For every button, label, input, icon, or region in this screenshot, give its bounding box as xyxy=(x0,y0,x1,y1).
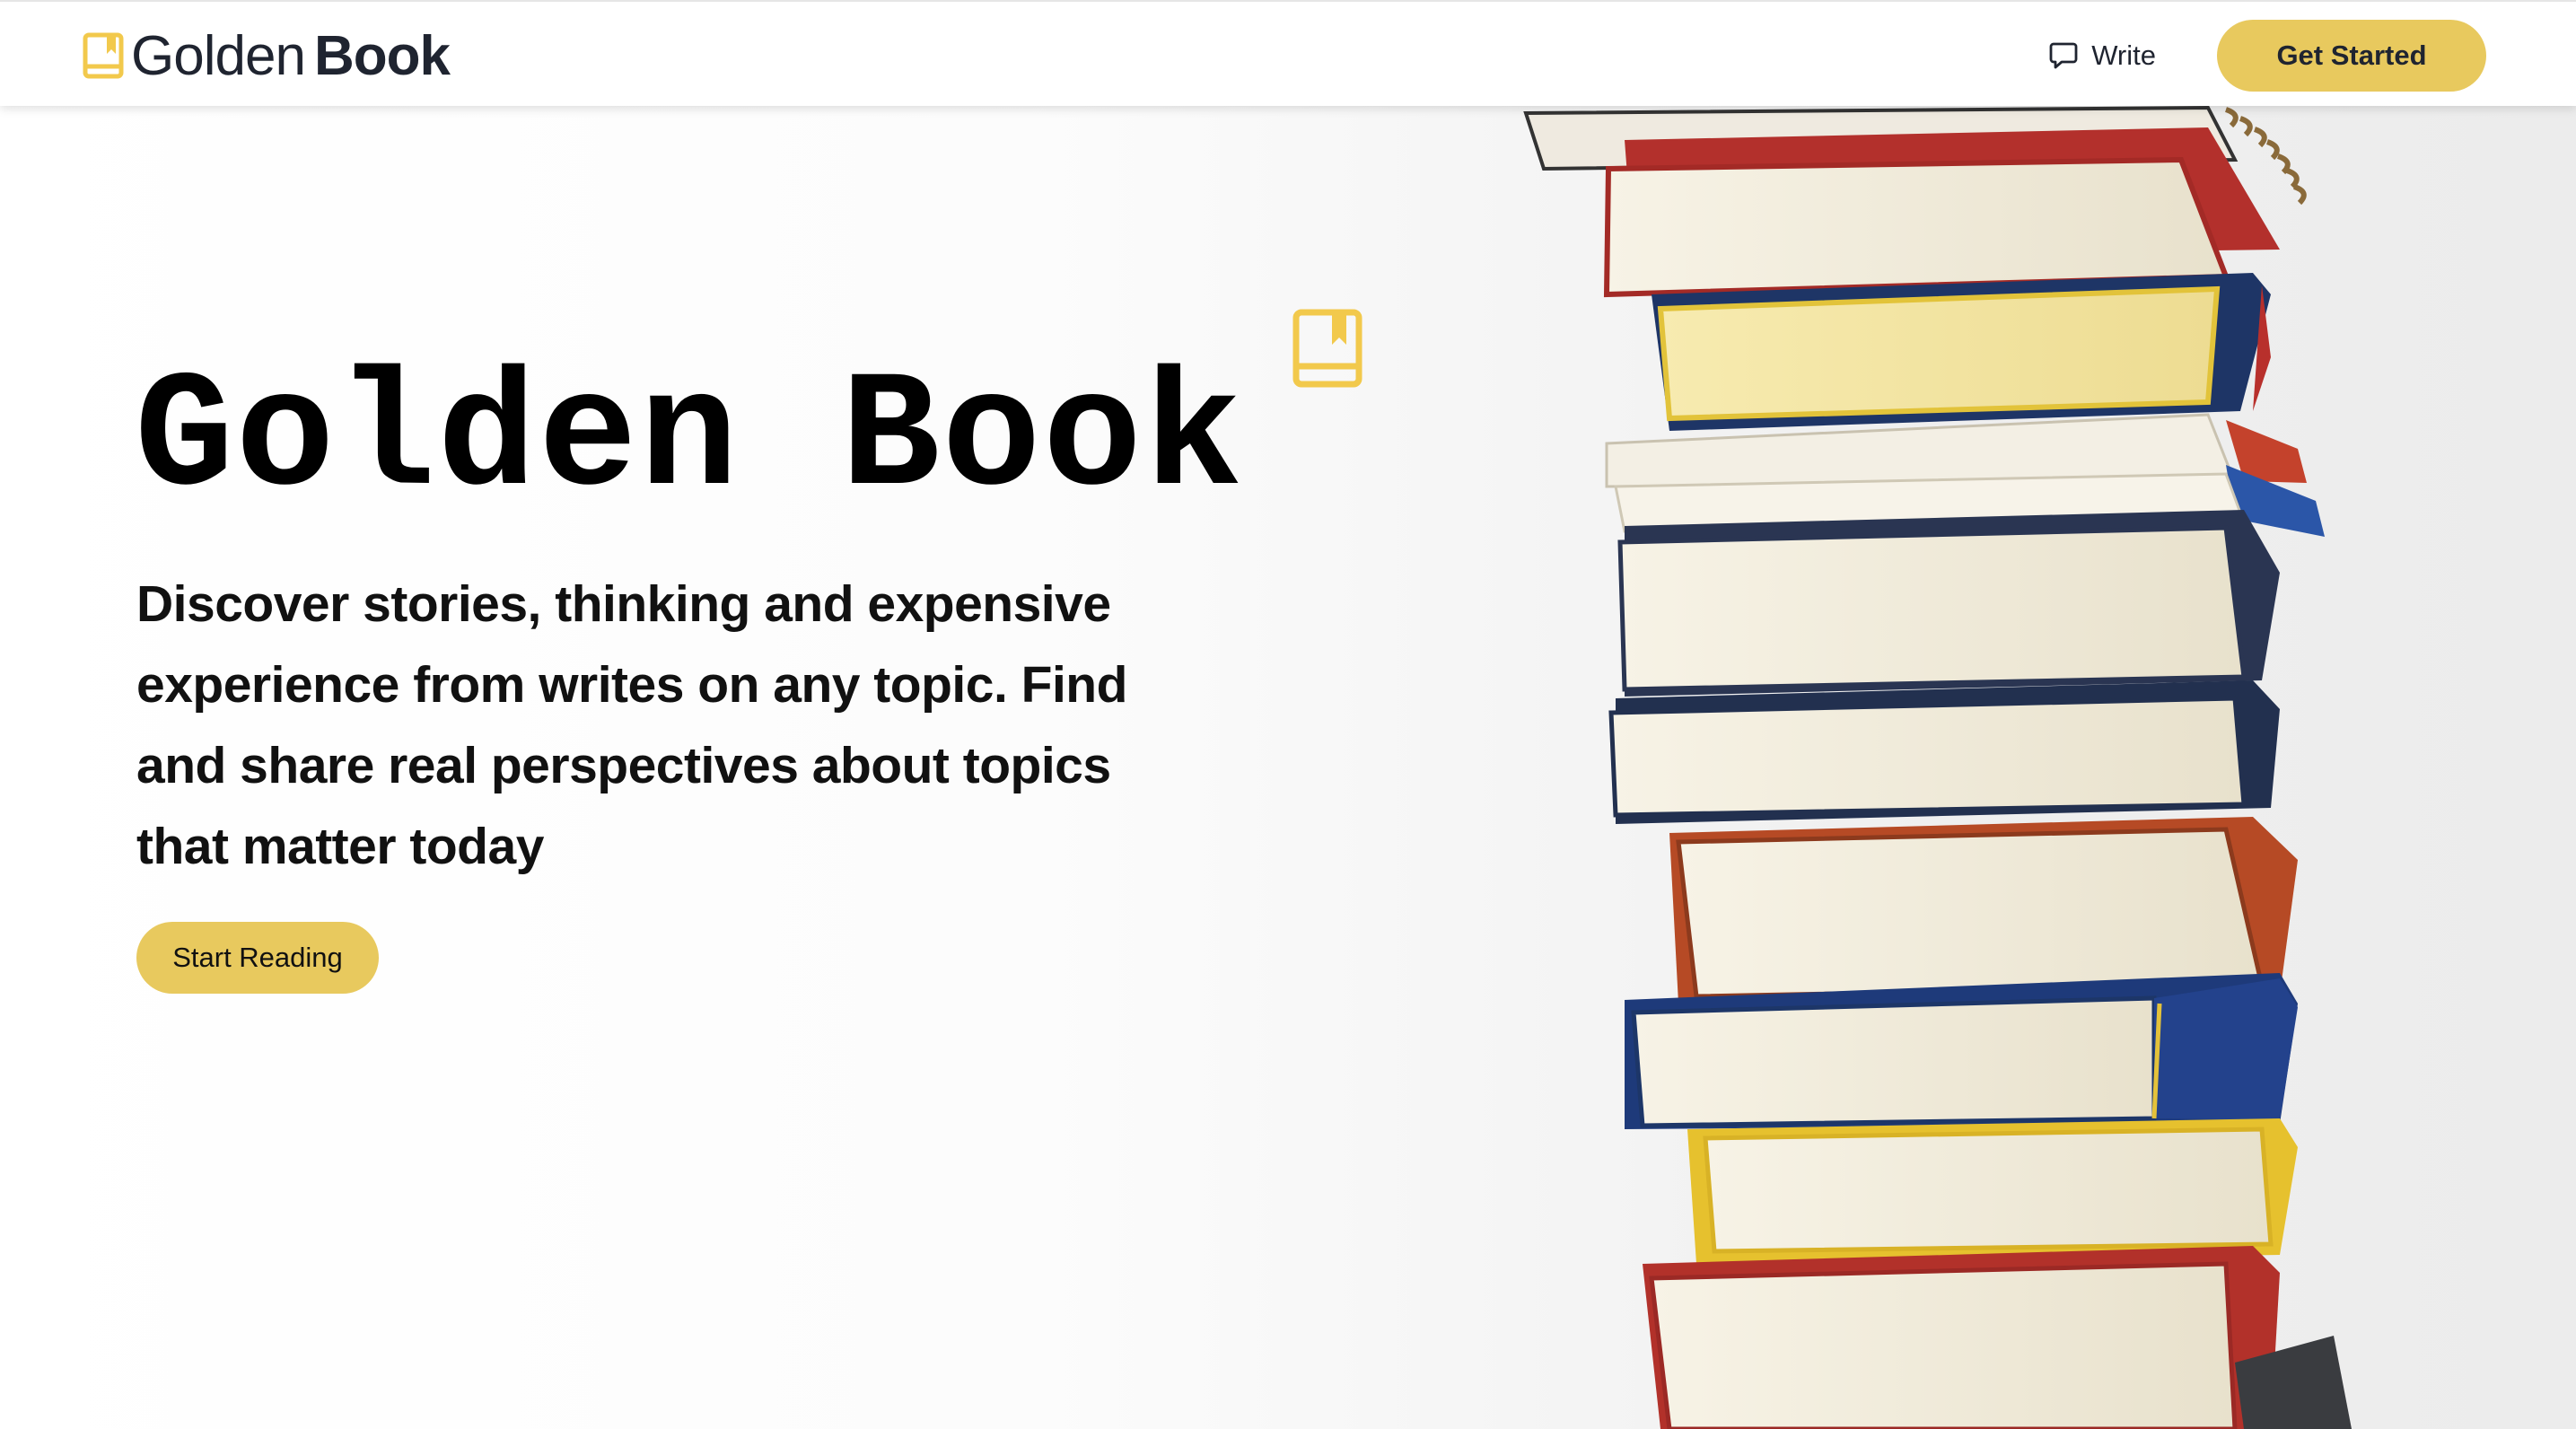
top-nav-bar: Golden Book Write Get Started xyxy=(0,0,2576,106)
get-started-button[interactable]: Get Started xyxy=(2217,20,2486,92)
brand-logo-link[interactable]: Golden Book xyxy=(83,25,451,87)
hero-title: Golden Book xyxy=(135,346,1245,533)
brand-name-light: Golden xyxy=(131,24,306,87)
chat-bubble-icon xyxy=(2049,42,2078,69)
header-nav: Write Get Started xyxy=(2048,20,2486,92)
book-bookmark-icon xyxy=(83,32,124,79)
landing-page: Golden Book Write Get Started Golden Boo… xyxy=(0,0,2576,1429)
hero-description: Discover stories, thinking and expensive… xyxy=(136,575,1127,875)
write-link[interactable]: Write xyxy=(2048,39,2156,72)
book-bookmark-icon xyxy=(1292,309,1362,388)
write-label: Write xyxy=(2091,39,2156,71)
book-stack-image xyxy=(1523,106,2352,1429)
brand-name-bold: Book xyxy=(313,24,451,87)
start-reading-button[interactable]: Start Reading xyxy=(136,922,379,994)
hero-section: Golden Book Discover stories, thinking a… xyxy=(0,106,2576,1429)
